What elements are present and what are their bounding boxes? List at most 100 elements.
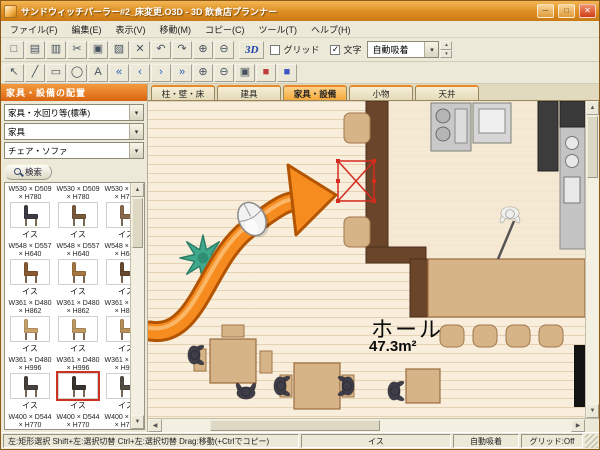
menu-item[interactable]: 編集(E) <box>65 21 109 38</box>
rect-tool-icon[interactable]: ▭ <box>46 64 66 82</box>
tab-label: 建具 <box>240 88 257 100</box>
scroll-down-icon[interactable] <box>586 404 599 418</box>
category-select[interactable]: チェア・ソファ <box>4 142 144 159</box>
menu-item[interactable]: 移動(M) <box>153 21 199 38</box>
close-button[interactable]: ✕ <box>579 4 596 18</box>
furniture-item[interactable]: W361 × D480 × H862 イス <box>6 298 54 355</box>
line-color-icon[interactable]: ■ <box>277 64 297 82</box>
scroll-left-icon[interactable] <box>148 419 162 432</box>
undo-icon[interactable]: ↶ <box>151 41 171 59</box>
scroll-up-icon[interactable] <box>586 101 599 115</box>
scroll-up-icon[interactable] <box>131 183 144 197</box>
new-file-icon[interactable]: □ <box>4 41 24 59</box>
toolbar-main: □▤▥✂▣▨✕↶↷⊕⊖ 3D グリッド 文字 自動吸着 <box>1 38 599 62</box>
menu-item[interactable]: コピー(C) <box>198 21 252 38</box>
select-tool-icon[interactable]: ↖ <box>4 64 24 82</box>
furniture-name: イス <box>70 400 86 411</box>
furniture-item[interactable]: W361 × D480 × H996 イス <box>102 355 130 412</box>
cut-icon[interactable]: ✂ <box>67 41 87 59</box>
open-file-icon[interactable]: ▤ <box>25 41 45 59</box>
chevron-down-icon[interactable] <box>424 42 438 57</box>
line-tool-icon[interactable]: ╱ <box>25 64 45 82</box>
copy-icon[interactable]: ▣ <box>88 41 108 59</box>
furniture-item[interactable]: W361 × D480 × H996 イス <box>6 355 54 412</box>
chair-icon <box>71 205 87 226</box>
paste-icon[interactable]: ▨ <box>109 41 129 59</box>
spin-up-icon[interactable] <box>440 41 452 50</box>
canvas-vscrollbar[interactable] <box>585 101 599 418</box>
refrigerator <box>538 101 558 171</box>
furniture-item[interactable]: W400 × D544 × H770 イス <box>102 412 130 429</box>
tab-accessories[interactable]: 小物 <box>349 85 413 100</box>
fill-color-icon[interactable]: ■ <box>256 64 276 82</box>
grid-checkbox[interactable]: グリッド <box>270 43 319 56</box>
text-checkbox-label: 文字 <box>343 43 361 56</box>
zoom-fit-icon[interactable]: ▣ <box>235 64 255 82</box>
category-select[interactable]: 家具 <box>4 123 144 140</box>
tab-pillar-wall-floor[interactable]: 柱・壁・床 <box>151 85 215 100</box>
person[interactable] <box>388 380 405 403</box>
furniture-item[interactable]: W361 × D480 × H862 イス <box>102 298 130 355</box>
menu-item[interactable]: ファイル(F) <box>3 21 65 38</box>
canvas-hscrollbar[interactable] <box>148 418 599 432</box>
save-icon[interactable]: ▥ <box>46 41 66 59</box>
furniture-item[interactable]: W530 × D509 × H780 イス <box>6 184 54 241</box>
menu-item[interactable]: ヘルプ(H) <box>304 21 358 38</box>
furniture-item[interactable]: W400 × D544 × H770 イス <box>6 412 54 429</box>
view-3d-button[interactable]: 3D <box>239 41 264 59</box>
person[interactable] <box>235 382 258 399</box>
panel-scrollbar[interactable] <box>130 183 144 429</box>
text-checkbox[interactable]: 文字 <box>330 43 361 56</box>
scroll-right-icon[interactable] <box>571 419 585 432</box>
nav-last-icon[interactable]: » <box>172 64 192 82</box>
tab-furniture[interactable]: 家具・設備 <box>283 85 347 100</box>
furniture-item[interactable]: W548 × D557 × H640 イス <box>54 241 102 298</box>
category-select[interactable]: 家具・水回り等(標準) <box>4 104 144 121</box>
snap-spinner[interactable] <box>440 41 452 58</box>
tab-fittings[interactable]: 建具 <box>217 85 281 100</box>
scroll-down-icon[interactable] <box>131 415 144 429</box>
maximize-button[interactable]: □ <box>558 4 575 18</box>
search-button[interactable]: 検索 <box>4 164 52 180</box>
chair-icon <box>23 319 39 340</box>
zoom-out-icon[interactable]: ⊖ <box>214 41 234 59</box>
scrollbar-thumb[interactable] <box>132 198 143 248</box>
redo-icon[interactable]: ↷ <box>172 41 192 59</box>
search-button-label: 検索 <box>25 166 42 178</box>
zoom-in-tool-icon[interactable]: ⊕ <box>193 64 213 82</box>
drag-arrow <box>150 165 336 332</box>
nav-prev-icon[interactable]: ‹ <box>130 64 150 82</box>
scrollbar-thumb[interactable] <box>210 420 380 431</box>
title-bar[interactable]: サンドウィッチパーラー#2_床変更.O3D - 3D 飲食店プランナー ─ □ … <box>1 1 599 21</box>
resize-grip[interactable] <box>585 434 598 448</box>
furniture-item[interactable]: W530 × D509 × H780 イス <box>54 184 102 241</box>
tab-ceiling[interactable]: 天井 <box>415 85 479 100</box>
furniture-item[interactable]: W548 × D557 × H640 イス <box>102 241 130 298</box>
zoom-in-icon[interactable]: ⊕ <box>193 41 213 59</box>
nav-next-icon[interactable]: › <box>151 64 171 82</box>
snap-mode-combo[interactable]: 自動吸着 <box>367 41 439 58</box>
furniture-item[interactable]: W530 × D509 × H780 イス <box>102 184 130 241</box>
furniture-item[interactable]: W361 × D480 × H996 イス <box>54 355 102 412</box>
furniture-dimensions: W361 × D480 × H996 <box>102 357 130 373</box>
furniture-item[interactable]: W548 × D557 × H640 イス <box>6 241 54 298</box>
furniture-panel: 家具・設備の配置 家具・水回り等(標準) 家具 チェア・ソファ <box>1 84 148 432</box>
furniture-item[interactable]: W361 × D480 × H862 イス <box>54 298 102 355</box>
counter-stools[interactable] <box>440 325 563 347</box>
area-label: 47.3m² <box>369 338 417 355</box>
menu-item[interactable]: 表示(V) <box>109 21 153 38</box>
minimize-button[interactable]: ─ <box>537 4 554 18</box>
floor-plan-canvas[interactable]: ホール 47.3m² <box>148 101 585 418</box>
furniture-item[interactable]: W400 × D544 × H770 イス <box>54 412 102 429</box>
nav-first-icon[interactable]: « <box>109 64 129 82</box>
furniture-dimensions: W400 × D544 × H770 <box>6 414 54 429</box>
delete-icon[interactable]: ✕ <box>130 41 150 59</box>
bar-counter[interactable] <box>410 259 585 317</box>
zoom-out-tool-icon[interactable]: ⊖ <box>214 64 234 82</box>
menu-item[interactable]: ツール(T) <box>252 21 305 38</box>
text-tool-icon[interactable]: A <box>88 64 108 82</box>
scrollbar-thumb[interactable] <box>587 116 598 178</box>
scrollbar-corner <box>585 419 599 432</box>
spin-down-icon[interactable] <box>440 50 452 59</box>
ellipse-tool-icon[interactable]: ◯ <box>67 64 87 82</box>
